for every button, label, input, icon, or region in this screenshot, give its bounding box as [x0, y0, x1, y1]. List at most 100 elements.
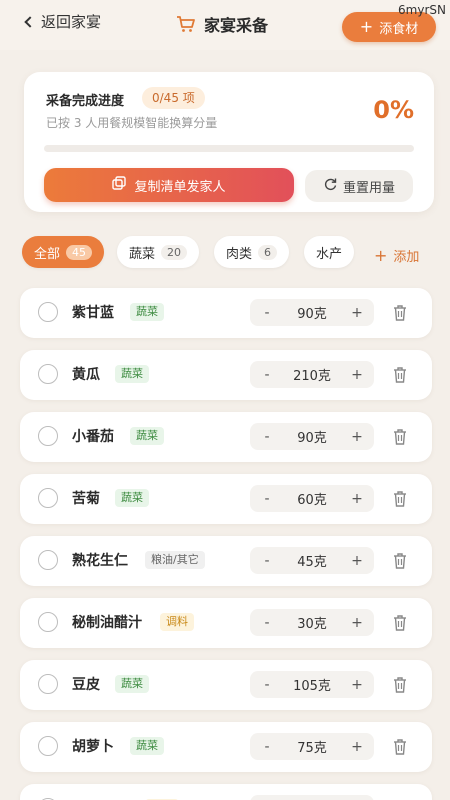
ingredient-row[interactable]: 胡萝卜 蔬菜 - 75克 + — [20, 722, 432, 772]
item-category-tag: 蔬菜 — [130, 737, 164, 755]
decrease-button[interactable]: - — [260, 491, 274, 507]
quantity-stepper: - 60克 + — [250, 485, 374, 512]
increase-button[interactable]: + — [350, 367, 364, 383]
item-checkbox[interactable] — [38, 612, 58, 632]
increase-button[interactable]: + — [350, 305, 364, 321]
progress-count-badge: 0/45 项 — [142, 87, 205, 109]
tab-vegetables[interactable]: 蔬菜 20 — [117, 236, 200, 268]
item-name: 秘制油醋汁 — [72, 615, 142, 631]
decrease-button[interactable]: - — [260, 429, 274, 445]
back-label: 返回家宴 — [41, 13, 102, 31]
plus-icon: + — [374, 246, 388, 265]
cart-icon — [176, 15, 196, 33]
trash-icon[interactable] — [392, 304, 408, 322]
decrease-button[interactable]: - — [260, 739, 274, 755]
tab-label: 水产 — [316, 246, 343, 262]
progress-bar — [44, 145, 414, 152]
item-checkbox[interactable] — [38, 550, 58, 570]
quantity-value: 45克 — [297, 555, 327, 570]
decrease-button[interactable]: - — [260, 615, 274, 631]
item-name: 胡萝卜 — [72, 739, 114, 755]
ingredient-row[interactable]: 熟花生仁 粮油/其它 - 45克 + — [20, 536, 432, 586]
item-name: 黄瓜 — [72, 367, 100, 383]
item-name: 紫甘蓝 — [72, 305, 114, 321]
item-category-tag: 蔬菜 — [130, 427, 164, 445]
item-checkbox[interactable] — [38, 488, 58, 508]
ingredient-row[interactable]: 紫甘蓝 蔬菜 - 90克 + — [20, 288, 432, 338]
increase-button[interactable]: + — [350, 429, 364, 445]
increase-button[interactable]: + — [350, 677, 364, 693]
increase-button[interactable]: + — [350, 739, 364, 755]
trash-icon[interactable] — [392, 738, 408, 756]
tab-label: 全部 — [34, 246, 61, 262]
progress-label: 采备完成进度 — [46, 94, 125, 109]
add-ingredient-label: 添食材 — [379, 21, 419, 37]
quantity-stepper: - 75克 + — [250, 733, 374, 760]
tab-meat[interactable]: 肉类 6 — [214, 236, 290, 268]
item-category-tag: 调料 — [160, 613, 194, 631]
quantity-value: 90克 — [297, 431, 327, 446]
decrease-button[interactable]: - — [260, 553, 274, 569]
item-checkbox[interactable] — [38, 302, 58, 322]
trash-icon[interactable] — [392, 428, 408, 446]
tab-seafood[interactable]: 水产 — [304, 236, 354, 268]
item-category-tag: 蔬菜 — [130, 303, 164, 321]
progress-subtitle: 已按 3 人用餐规模智能换算分量 — [46, 116, 218, 130]
copy-list-label: 复制清单发家人 — [134, 179, 226, 195]
ingredient-row[interactable]: 黄瓜 蔬菜 - 210克 + — [20, 350, 432, 400]
quantity-stepper: - 30克 + — [250, 609, 374, 636]
decrease-button[interactable]: - — [260, 367, 274, 383]
add-category-button[interactable]: + 添加 — [374, 246, 419, 265]
increase-button[interactable]: + — [350, 553, 364, 569]
ingredient-row[interactable]: 豆皮 蔬菜 - 105克 + — [20, 660, 432, 710]
trash-icon[interactable] — [392, 366, 408, 384]
page-title: 家宴采备 — [204, 16, 269, 35]
copy-list-button[interactable]: 复制清单发家人 — [44, 168, 294, 202]
increase-button[interactable]: + — [350, 615, 364, 631]
watermark-text: 6myrSN — [398, 3, 446, 17]
ingredient-row[interactable]: 小番茄 蔬菜 - 90克 + — [20, 412, 432, 462]
quantity-stepper: - 90克 + — [250, 299, 374, 326]
trash-icon[interactable] — [392, 490, 408, 508]
increase-button[interactable]: + — [350, 491, 364, 507]
ingredient-row[interactable]: 蒜末香油调料-24克+ — [20, 784, 432, 800]
tab-all[interactable]: 全部 45 — [22, 236, 105, 268]
quantity-value: 75克 — [297, 741, 327, 756]
trash-icon[interactable] — [392, 614, 408, 632]
ingredient-row[interactable]: 秘制油醋汁 调料 - 30克 + — [20, 598, 432, 648]
item-checkbox[interactable] — [38, 674, 58, 694]
quantity-value: 60克 — [297, 493, 327, 508]
reset-quantities-label: 重置用量 — [342, 180, 395, 196]
item-checkbox[interactable] — [38, 364, 58, 384]
decrease-button[interactable]: - — [260, 677, 274, 693]
top-bar: 返回家宴 家宴采备 + 添食材 — [0, 0, 450, 50]
item-category-tag: 蔬菜 — [115, 489, 149, 507]
item-category-tag: 蔬菜 — [115, 675, 149, 693]
title-group: 家宴采备 — [176, 12, 268, 36]
decrease-button[interactable]: - — [260, 305, 274, 321]
refresh-icon — [323, 177, 337, 195]
back-button[interactable]: 返回家宴 — [24, 11, 102, 32]
quantity-value: 105克 — [293, 679, 331, 694]
quantity-stepper: -24克+ — [250, 795, 374, 800]
ingredient-row[interactable]: 苦菊 蔬菜 - 60克 + — [20, 474, 432, 524]
reset-quantities-button[interactable]: 重置用量 — [305, 170, 413, 202]
tab-count: 20 — [161, 244, 188, 260]
tab-count: 45 — [66, 244, 93, 260]
item-checkbox[interactable] — [38, 426, 58, 446]
quantity-stepper: - 210克 + — [250, 361, 374, 388]
progress-card: 采备完成进度 0/45 项 已按 3 人用餐规模智能换算分量 0% 复制清单发家… — [24, 72, 434, 212]
quantity-value: 210克 — [293, 369, 331, 384]
item-checkbox[interactable] — [38, 736, 58, 756]
trash-icon[interactable] — [392, 552, 408, 570]
item-category-tag: 粮油/其它 — [145, 551, 205, 569]
item-name: 熟花生仁 — [72, 553, 128, 569]
progress-percent: 0% — [373, 96, 414, 124]
item-name: 苦菊 — [72, 491, 100, 507]
item-name: 小番茄 — [72, 429, 114, 445]
quantity-value: 30克 — [297, 617, 327, 632]
add-category-label: 添加 — [393, 250, 420, 265]
tab-count: 6 — [258, 244, 278, 260]
trash-icon[interactable] — [392, 676, 408, 694]
quantity-stepper: - 90克 + — [250, 423, 374, 450]
